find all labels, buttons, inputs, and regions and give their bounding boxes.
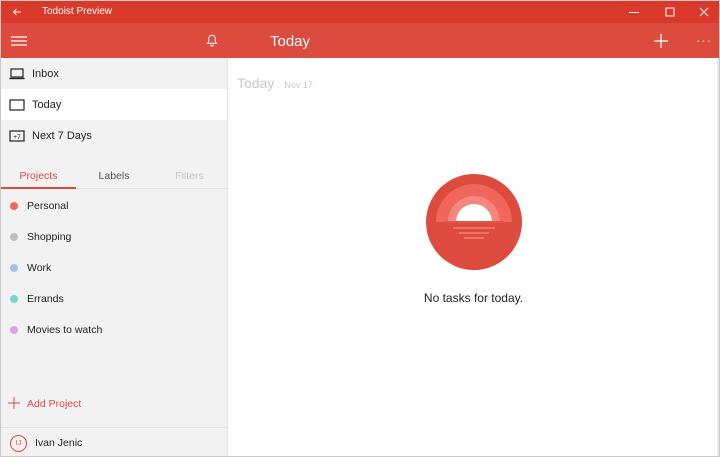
project-name: Personal xyxy=(27,200,69,212)
sidebar-tabs: Projects Labels Filters xyxy=(1,165,227,189)
user-account[interactable]: IJ Ivan Jenic xyxy=(1,427,227,456)
page-title: Today xyxy=(270,33,311,50)
svg-text:+7: +7 xyxy=(13,134,21,141)
project-color-dot xyxy=(10,295,18,303)
close-icon xyxy=(699,7,709,17)
maximize-icon xyxy=(665,7,675,17)
bell-icon xyxy=(206,34,218,47)
avatar: IJ xyxy=(10,434,27,452)
sidebar-item-inbox[interactable]: Inbox xyxy=(1,58,227,89)
app-window: Todoist Preview Today ··· Inbox Today +7… xyxy=(0,0,720,457)
project-name: Work xyxy=(27,262,52,274)
day-header: Today Nov 17 xyxy=(237,75,313,91)
tab-filters[interactable]: Filters xyxy=(152,165,227,189)
notifications-button[interactable] xyxy=(199,23,225,58)
add-task-button[interactable] xyxy=(647,23,675,58)
add-project-button[interactable]: Add Project xyxy=(1,394,227,414)
minimize-icon xyxy=(629,12,639,13)
sidebar: Inbox Today +7 Next 7 Days Projects Labe… xyxy=(1,58,228,456)
project-item-personal[interactable]: Personal xyxy=(1,194,227,218)
inbox-icon xyxy=(9,67,25,80)
sidebar-item-label: Next 7 Days xyxy=(32,129,92,142)
empty-state-message: No tasks for today. xyxy=(423,291,524,305)
sidebar-item-label: Inbox xyxy=(32,67,59,80)
project-color-dot xyxy=(10,264,18,272)
sunset-icon xyxy=(426,174,522,270)
add-project-label: Add Project xyxy=(27,398,82,410)
project-item-errands[interactable]: Errands xyxy=(1,287,227,311)
project-color-dot xyxy=(10,202,18,210)
sidebar-item-next-7-days[interactable]: +7 Next 7 Days xyxy=(1,120,227,151)
arrow-left-icon xyxy=(12,8,21,16)
today-icon xyxy=(9,98,25,111)
plus-icon xyxy=(8,397,20,411)
app-bar: Today ··· xyxy=(1,23,719,58)
plus-icon xyxy=(654,33,668,48)
title-bar: Todoist Preview xyxy=(1,1,719,23)
project-color-dot xyxy=(10,233,18,241)
main-content: Today Nov 17 No tasks for today. xyxy=(228,58,719,456)
project-item-work[interactable]: Work xyxy=(1,256,227,280)
more-button[interactable]: ··· xyxy=(691,23,717,58)
project-name: Errands xyxy=(27,293,64,305)
project-item-movies-to-watch[interactable]: Movies to watch xyxy=(1,318,227,342)
window-title: Todoist Preview xyxy=(42,6,113,17)
hamburger-icon xyxy=(11,35,27,46)
project-color-dot xyxy=(10,326,18,334)
project-name: Shopping xyxy=(27,231,72,243)
scrollbar[interactable] xyxy=(717,58,719,456)
minimize-button[interactable] xyxy=(617,1,651,23)
sidebar-item-label: Today xyxy=(32,98,62,111)
section-date: Nov 17 xyxy=(284,80,313,90)
maximize-button[interactable] xyxy=(653,1,687,23)
sidebar-item-today[interactable]: Today xyxy=(1,89,227,120)
tab-labels[interactable]: Labels xyxy=(76,165,152,189)
tab-projects[interactable]: Projects xyxy=(1,165,76,189)
menu-button[interactable] xyxy=(5,23,33,58)
back-button[interactable] xyxy=(1,1,33,23)
close-button[interactable] xyxy=(687,1,719,23)
user-name: Ivan Jenic xyxy=(35,437,83,449)
calendar-7-icon: +7 xyxy=(9,129,25,142)
project-item-shopping[interactable]: Shopping xyxy=(1,225,227,249)
project-name: Movies to watch xyxy=(27,324,103,336)
section-heading: Today xyxy=(237,75,275,91)
